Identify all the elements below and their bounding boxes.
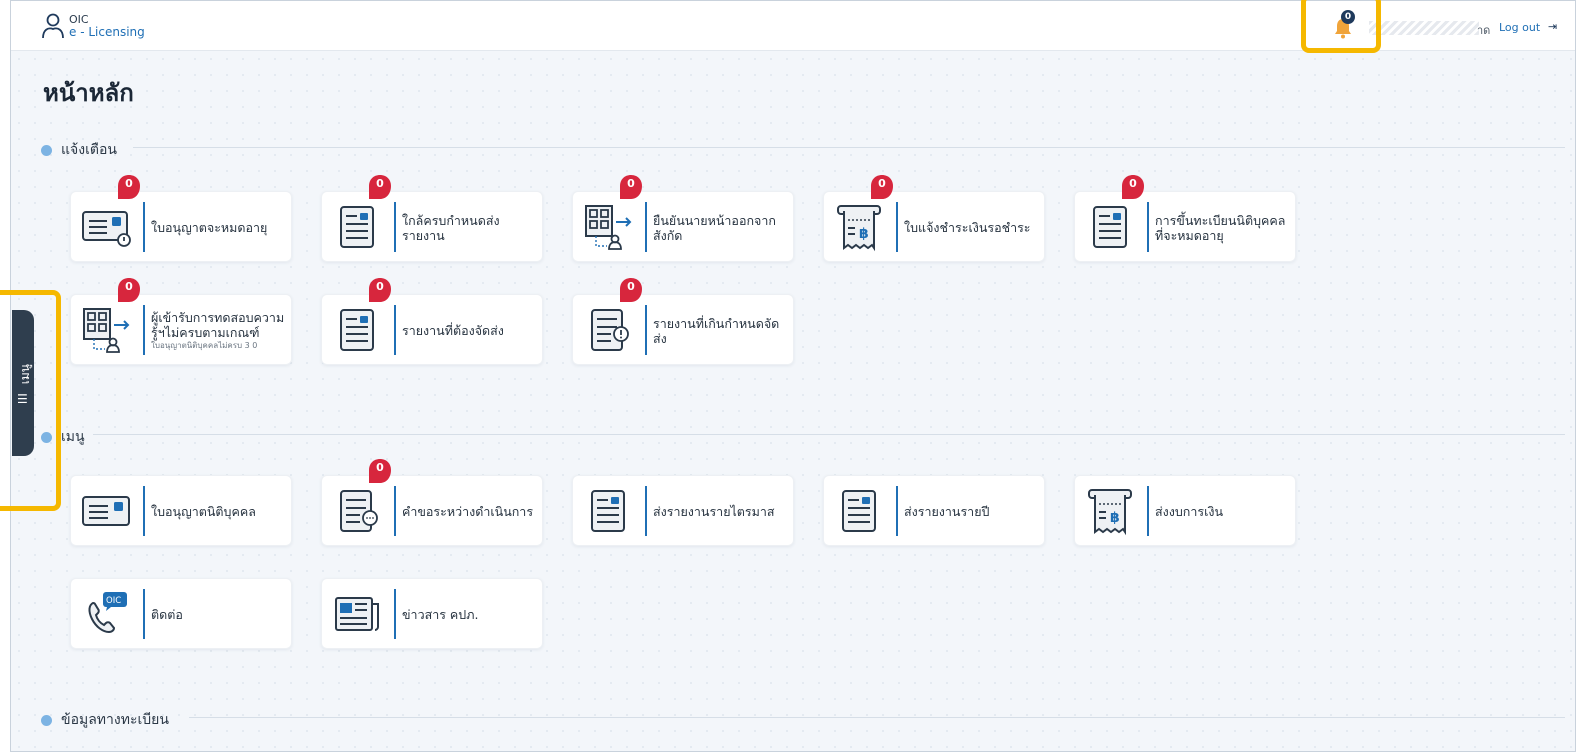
alert-card-label: รายงานที่ต้องจัดส่ง [402,323,504,338]
alert-card-sublabel: ใบอนุญาตนิติบุคคลไม่ครบ 3 0 [151,341,258,350]
building-person-icon [585,205,632,250]
logout-icon[interactable]: ⇥ [1548,20,1557,33]
menu-card-label: ข่าวสาร คปภ. [402,607,479,622]
card-divider [645,486,647,536]
alert-badge-count: 0 [1129,177,1137,190]
phone-oic-icon: OIC [88,592,127,634]
logout-link[interactable]: Log out [1499,21,1540,34]
card-divider [143,486,145,536]
document-icon [340,309,374,351]
menu-card-label: ติดต่อ [151,607,183,622]
alert-badge-count: 0 [125,280,133,293]
card-divider [143,202,145,252]
card-divider [394,305,396,355]
alert-card-label: รายงานที่เกินกำหนดจัดส่ง [653,315,780,346]
document-icon [1093,206,1127,248]
user-name-tail: าด [1477,24,1491,37]
menu-card-news[interactable]: ข่าวสาร คปภ. [321,578,543,649]
menu-card-pending-requests[interactable]: 0 คำขอระหว่างดำเนินการ [321,459,543,546]
section-divider [133,147,1565,148]
card-divider [394,486,396,536]
card-divider [645,202,647,252]
section-menu-title: เมนู [61,429,85,445]
alert-card-label: ผู้เข้ารับการทดสอบความรู้ฯไม่ครบตามเกณฑ์ [151,310,285,340]
menu-card-quarterly-report[interactable]: ส่งรายงานรายไตรมาส [572,475,794,546]
menu-card-label: ส่งรายงานรายปี [904,504,990,519]
menu-card-label: คำขอระหว่างดำเนินการ [402,504,534,519]
menu-card-annual-report[interactable]: ส่งรายงานรายปี [823,475,1045,546]
alert-card-label: ใบแจ้งชำระเงินรอชำระ [904,220,1031,235]
menu-badge-count: 0 [376,461,384,474]
alert-card-label: ยืนยันนายหน้าออกจากสังกัด [653,212,776,243]
card-divider [394,589,396,639]
license-card-warning-icon [82,211,131,247]
alert-badge-count: 0 [125,177,133,190]
alert-badge-count: 0 [627,280,635,293]
section-divider [189,717,1565,718]
alert-card-reports-overdue[interactable]: 0 รายงานที่เกินกำหนดจัดส่ง [572,278,794,365]
main-content: หน้าหลัก แจ้งเตือน เมนู ข้อมูลทางทะเบียน… [11,51,1575,751]
section-registry-title: ข้อมูลทางทะเบียน [61,712,169,728]
alert-badge-count: 0 [376,177,384,190]
section-alerts: แจ้งเตือน [41,139,117,161]
card-divider [1147,202,1149,252]
card-divider [1147,486,1149,536]
newspaper-icon [335,597,379,631]
brand-line-2: e - Licensing [69,25,145,39]
svg-text:฿: ฿ [1110,510,1120,526]
menu-card-label: ส่งรายงานรายไตรมาส [653,504,775,519]
alert-card-license-expiring[interactable]: 0 ใบอนุญาตจะหมดอายุ [70,175,292,262]
section-dot [41,714,52,726]
card-divider [645,305,647,355]
alert-badge-count: 0 [878,177,886,190]
license-card-icon [82,496,130,526]
alert-badge-count: 0 [376,280,384,293]
document-icon [591,490,625,532]
building-person-icon [83,308,130,353]
section-registry: ข้อมูลทางทะเบียน [41,709,169,731]
app-window: OIC e - Licensing 0 าด Log out ⇥ หน้าหลั… [10,0,1576,752]
alert-card-exam-incomplete[interactable]: 0 ผู้เข้ารับการทดสอบความรู้ฯไม่ครบตามเกณ… [70,278,292,365]
alert-card-label: ใบอนุญาตจะหมดอายุ [151,220,268,235]
svg-text:฿: ฿ [859,226,869,242]
card-divider [143,589,145,639]
document-chat-icon [340,490,378,532]
receipt-baht-icon: ฿ [837,205,881,252]
card-divider [896,202,898,252]
document-icon [842,490,876,532]
alert-card-registration-expiring[interactable]: 0 การขึ้นทะเบียนนิติบุคคลที่จะหมดอายุ [1074,175,1296,262]
user-outline-icon [42,13,64,39]
receipt-baht-icon: ฿ [1088,489,1132,536]
menu-card-corporate-license[interactable]: ใบอนุญาตนิติบุคคล [70,475,292,546]
brand-logo[interactable]: OIC e - Licensing [41,12,145,40]
menu-card-label: ส่งงบการเงิน [1155,504,1223,519]
phone-oic-label: OIC [106,596,121,606]
section-dot [41,144,52,156]
card-divider [896,486,898,536]
highlight-box-notifications [1301,0,1381,53]
alert-card-label: ใกล้ครบกำหนดส่งรายงาน [402,212,500,243]
menu-card-contact[interactable]: OIC ติดต่อ [70,578,292,649]
section-divider [93,434,1565,435]
alert-card-report-due[interactable]: 0 ใกล้ครบกำหนดส่งรายงาน [321,175,543,262]
highlight-box-side-menu [0,290,61,511]
alert-card-reports-to-submit[interactable]: 0 รายงานที่ต้องจัดส่ง [321,278,543,365]
menu-card-label: ใบอนุญาตนิติบุคคล [151,504,256,519]
alert-card-label: การขึ้นทะเบียนนิติบุคคลที่จะหมดอายุ [1155,212,1286,243]
card-divider [394,202,396,252]
menu-card-financial-statements[interactable]: ฿ ส่งงบการเงิน [1074,475,1296,546]
document-icon [340,206,374,248]
alert-card-payment-pending[interactable]: 0 ฿ ใบแจ้งชำระเงินรอชำระ [823,175,1045,262]
user-name-redacted [1369,21,1479,35]
section-alerts-title: แจ้งเตือน [61,142,117,158]
page-title: หน้าหลัก [43,79,134,107]
alert-card-confirm-broker-leave[interactable]: 0 ยืนยันนายหน้าออกจากสังกัด [572,175,794,262]
alert-badge-count: 0 [627,177,635,190]
card-divider [143,305,145,355]
document-warning-icon [591,309,629,351]
